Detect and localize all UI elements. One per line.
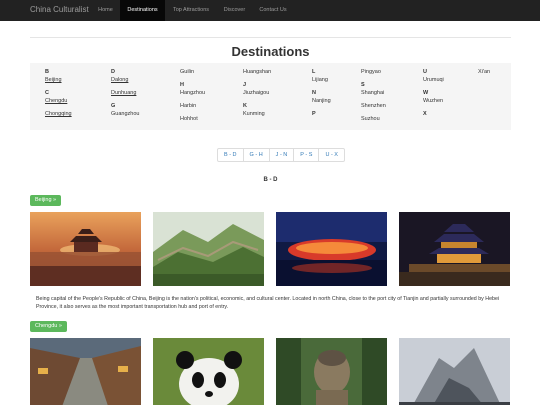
city-link-chongqing[interactable]: Chongqing <box>45 111 72 117</box>
range-b-d[interactable]: B - D <box>218 149 243 161</box>
range-u-x[interactable]: U - X <box>318 149 344 161</box>
chengdu-photo-mountain[interactable] <box>399 338 510 405</box>
index-letter-k: K <box>243 103 247 109</box>
destination-index: B Beijing C Chengdu Chongqing D Dalong D… <box>30 63 511 130</box>
city-link-shanghai[interactable]: Shanghai <box>361 90 384 96</box>
city-link-kunming[interactable]: Kunming <box>243 111 265 117</box>
chengdu-photo-panda[interactable] <box>153 338 264 405</box>
city-link-dalong[interactable]: Dalong <box>111 77 128 83</box>
index-letter-b: B <box>45 69 49 75</box>
index-letter-n: N <box>312 90 316 96</box>
nav-discover[interactable]: Discover <box>217 0 252 21</box>
index-letter-x: X <box>423 111 427 117</box>
city-link-wuzhen[interactable]: Wuzhen <box>423 98 443 104</box>
city-link-urumuqi[interactable]: Urumuqi <box>423 77 444 83</box>
range-p-s[interactable]: P - S <box>293 149 318 161</box>
index-letter-u: U <box>423 69 427 75</box>
index-letter-s: S <box>361 82 365 88</box>
city-link-xian[interactable]: Xi'an <box>478 69 490 75</box>
city-link-nanjing[interactable]: Nanjing <box>312 98 331 104</box>
chengdu-photo-leshan-buddha[interactable] <box>276 338 387 405</box>
nav-top-attractions[interactable]: Top Attractions <box>165 0 217 21</box>
city-link-shenzhen[interactable]: Shenzhen <box>361 103 386 109</box>
city-link-harbin[interactable]: Harbin <box>180 103 196 109</box>
city-link-hangzhou[interactable]: Hangzhou <box>180 90 205 96</box>
city-link-pingyao[interactable]: Pingyao <box>361 69 381 75</box>
city-link-jiuzhaigou[interactable]: Jiuzhaigou <box>243 90 269 96</box>
beijing-description: Being capital of the People's Republic o… <box>36 296 500 310</box>
page-title: Destinations <box>231 44 310 59</box>
beijing-button[interactable]: Beijing » <box>30 195 62 206</box>
city-link-lijiang[interactable]: Lijiang <box>312 77 328 83</box>
beijing-photo-temple-of-heaven[interactable] <box>399 212 510 286</box>
brand-logo[interactable]: China Culturalist <box>30 5 89 14</box>
city-link-beijing[interactable]: Beijing <box>45 77 62 83</box>
city-link-chengdu[interactable]: Chengdu <box>45 98 67 104</box>
beijing-photo-birds-nest[interactable] <box>276 212 387 286</box>
beijing-photo-forbidden-city[interactable] <box>30 212 141 286</box>
index-letter-d: D <box>111 69 115 75</box>
range-g-h[interactable]: G - H <box>242 149 269 161</box>
nav-home[interactable]: Home <box>91 0 120 21</box>
chengdu-photo-street[interactable] <box>30 338 141 405</box>
city-link-suzhou[interactable]: Suzhou <box>361 116 380 122</box>
city-link-huangshan[interactable]: Huangshan <box>243 69 271 75</box>
section-heading: B - D <box>263 177 278 183</box>
index-letter-g: G <box>111 103 116 109</box>
index-letter-j: J <box>243 82 247 88</box>
top-navbar: China Culturalist Home Destinations Top … <box>0 0 540 21</box>
letter-range-nav: B - D G - H J - N P - S U - X <box>217 148 345 162</box>
nav-contact-us[interactable]: Contact Us <box>252 0 294 21</box>
city-link-dunhuang[interactable]: Dunhuang <box>111 90 136 96</box>
index-letter-p: P <box>312 111 316 117</box>
divider <box>30 37 511 38</box>
nav-destinations[interactable]: Destinations <box>120 0 165 21</box>
range-j-n[interactable]: J - N <box>268 149 294 161</box>
index-letter-w: W <box>423 90 429 96</box>
city-link-guilin[interactable]: Guilin <box>180 69 194 75</box>
beijing-photo-great-wall[interactable] <box>153 212 264 286</box>
chengdu-button[interactable]: Chengdu » <box>30 321 67 332</box>
index-letter-l: L <box>312 69 316 75</box>
index-letter-c: C <box>45 90 49 96</box>
city-link-guangzhou[interactable]: Guangzhou <box>111 111 139 117</box>
index-letter-h: H <box>180 82 184 88</box>
city-link-hohhot[interactable]: Hohhot <box>180 116 198 122</box>
